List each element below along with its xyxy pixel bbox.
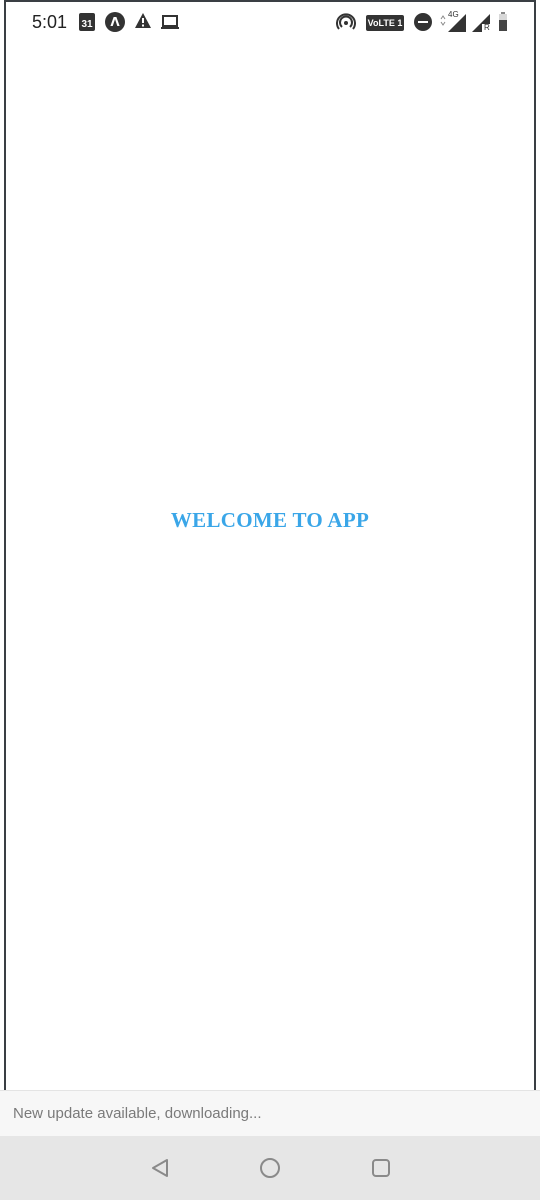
status-time: 5:01 [32, 12, 68, 32]
status-bar: 5:01 31 Λ VoLTE 1 4G R [0, 0, 540, 46]
app-screen: 5:01 31 Λ VoLTE 1 4G R WELCOME TO APP Ne… [0, 0, 540, 1200]
volte-badge: VoLTE 1 [366, 15, 404, 31]
navigation-bar [0, 1136, 540, 1200]
angular-icon: Λ [105, 12, 125, 32]
signal-roaming-icon: R [470, 10, 492, 34]
back-icon[interactable] [148, 1156, 172, 1180]
home-icon[interactable] [258, 1156, 282, 1180]
welcome-title: WELCOME TO APP [170, 508, 370, 532]
screen-border-left [4, 0, 6, 1090]
warning-icon [134, 11, 152, 31]
battery-icon [498, 12, 508, 32]
recents-icon[interactable] [369, 1156, 393, 1180]
hotspot-icon [336, 12, 356, 32]
dnd-icon [414, 13, 432, 31]
screen-border-right [534, 0, 536, 1090]
update-message: New update available, downloading... [13, 1105, 262, 1122]
update-banner: New update available, downloading... [0, 1090, 540, 1136]
roaming-label: R [484, 23, 490, 32]
signal-4g-icon: 4G [438, 10, 468, 34]
network-type-label: 4G [448, 10, 459, 19]
calendar-icon: 31 [79, 13, 95, 31]
calendar-day: 31 [81, 19, 93, 30]
cast-icon [160, 13, 180, 31]
